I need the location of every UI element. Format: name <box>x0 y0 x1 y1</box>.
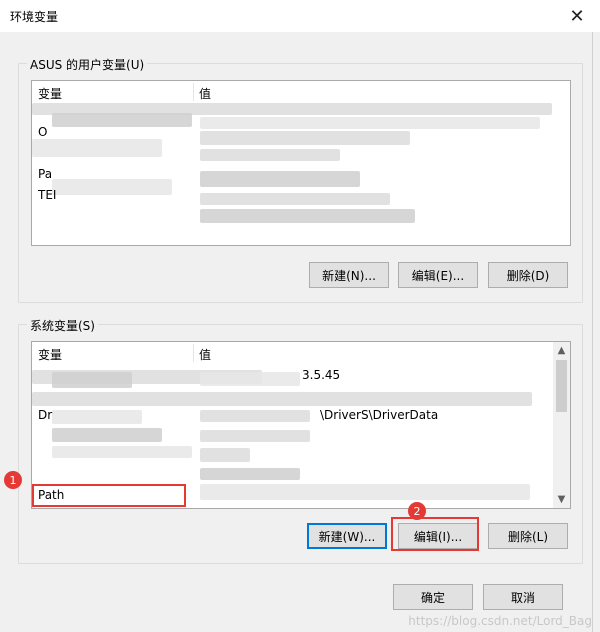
window-title: 环境变量 <box>10 10 59 24</box>
redacted-row <box>52 372 132 388</box>
user-new-button[interactable]: 新建(N)... <box>309 262 389 288</box>
scroll-down-arrow-icon[interactable]: ▼ <box>553 491 570 508</box>
user-row-name[interactable]: TEI <box>38 188 56 208</box>
redacted-row <box>200 410 310 422</box>
user-col-variable[interactable]: 变量 <box>38 85 62 102</box>
scroll-up-arrow-icon[interactable]: ▲ <box>553 342 570 359</box>
ok-button[interactable]: 确定 <box>393 584 473 610</box>
redacted-row <box>52 446 192 458</box>
redacted-row <box>32 139 162 157</box>
system-row-name[interactable]: Dr <box>38 408 52 428</box>
redacted-row <box>52 113 192 127</box>
user-col-value[interactable]: 值 <box>199 85 211 102</box>
user-variables-legend: ASUS 的用户变量(U) <box>27 56 148 73</box>
user-row-name[interactable]: O <box>38 125 47 145</box>
system-row-value[interactable]: \DriverS\DriverData <box>320 408 438 428</box>
user-edit-button[interactable]: 编辑(E)... <box>398 262 478 288</box>
title-bar: 环境变量 ✕ <box>0 0 600 32</box>
redacted-row <box>200 448 250 462</box>
annotation-badge-1: 1 <box>4 471 22 489</box>
annotation-badge-2: 2 <box>408 502 426 520</box>
redacted-row <box>200 171 360 187</box>
system-row-value[interactable]: 3.5.45 <box>302 368 340 388</box>
redacted-row <box>52 410 142 424</box>
close-icon[interactable]: ✕ <box>554 0 600 32</box>
redacted-row <box>200 209 415 223</box>
redacted-row <box>200 372 300 386</box>
user-variables-list[interactable]: 变量 值 O Pa TEI <box>31 80 571 246</box>
redacted-row <box>52 179 172 195</box>
redacted-row <box>200 468 300 480</box>
redacted-row <box>200 149 340 161</box>
system-col-variable[interactable]: 变量 <box>38 346 62 363</box>
redacted-row <box>200 131 410 145</box>
redacted-row <box>200 117 540 129</box>
redacted-row <box>52 428 162 442</box>
user-list-header: 变量 值 <box>32 81 570 103</box>
system-col-separator <box>193 344 194 362</box>
user-row-name[interactable]: Pa <box>38 167 52 187</box>
system-new-button[interactable]: 新建(W)... <box>307 523 387 549</box>
scroll-thumb[interactable] <box>556 360 567 412</box>
system-delete-button[interactable]: 删除(L) <box>488 523 568 549</box>
user-delete-button[interactable]: 删除(D) <box>488 262 568 288</box>
user-col-separator <box>193 83 194 101</box>
cancel-button[interactable]: 取消 <box>483 584 563 610</box>
redacted-row <box>200 430 310 442</box>
redacted-row <box>32 392 532 406</box>
system-col-value[interactable]: 值 <box>199 346 211 363</box>
system-edit-button[interactable]: 编辑(I)... <box>398 523 478 549</box>
system-variables-list[interactable]: 变量 值 3.5.45 Dr \DriverS\DriverData Path … <box>31 341 571 509</box>
system-row-path[interactable]: Path <box>38 488 64 508</box>
background-edge <box>592 32 593 632</box>
system-list-header: 变量 值 <box>32 342 570 364</box>
system-variables-legend: 系统变量(S) <box>27 317 98 334</box>
redacted-row <box>200 193 390 205</box>
system-list-scrollbar[interactable]: ▲ ▼ <box>553 342 570 508</box>
watermark: https://blog.csdn.net/Lord_Bag <box>408 614 592 628</box>
environment-variables-dialog: 环境变量 ✕ ASUS 的用户变量(U) 变量 值 O Pa TEI 新建(N)… <box>0 0 600 632</box>
redacted-row <box>200 484 530 500</box>
